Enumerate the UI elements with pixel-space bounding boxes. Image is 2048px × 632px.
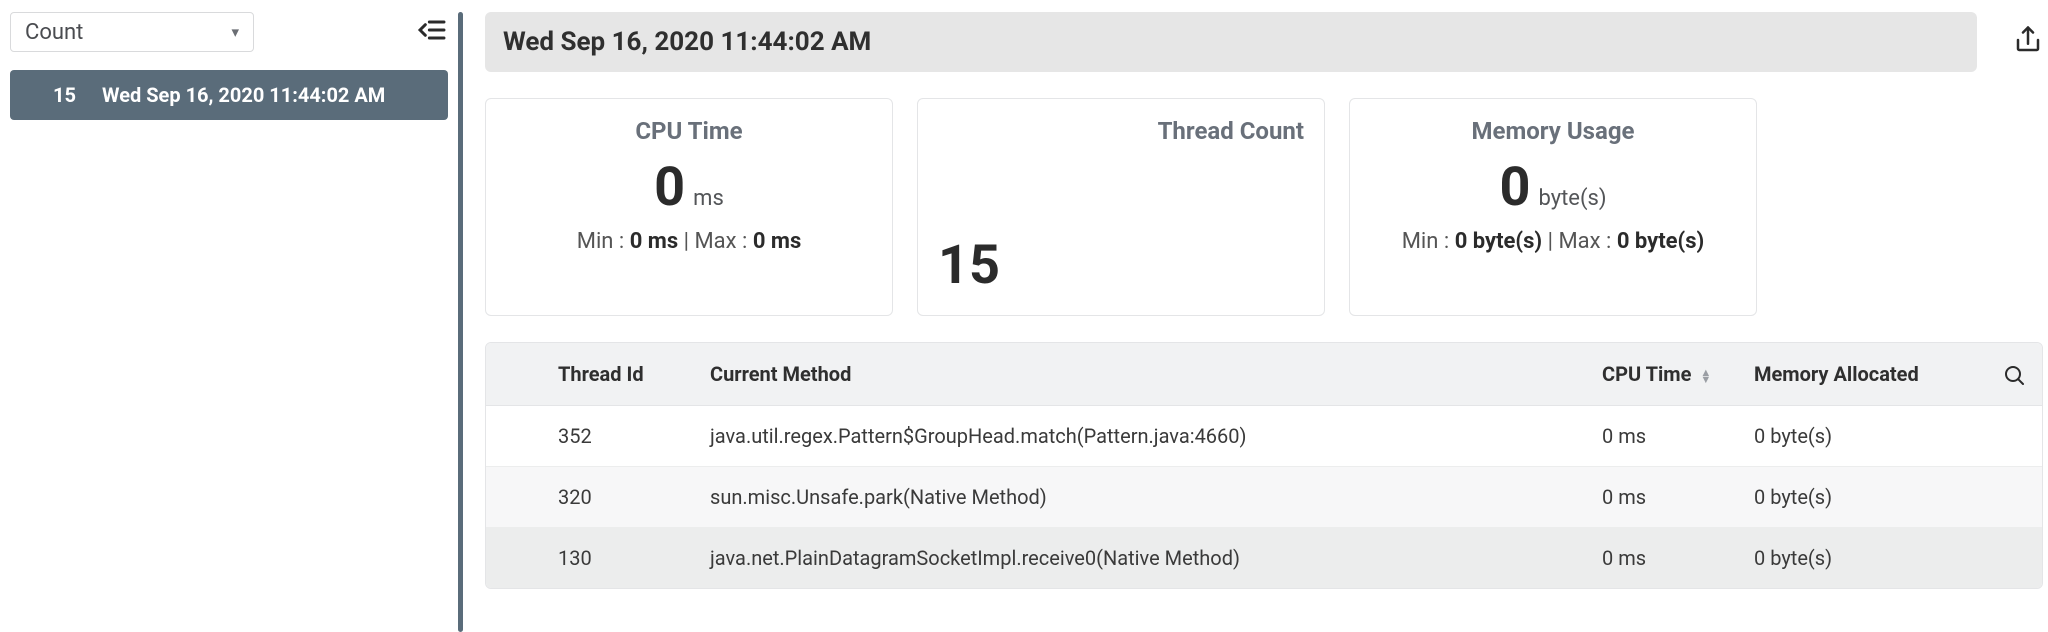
cell-thread-id: 130	[542, 527, 694, 588]
cell-method: java.net.PlainDatagramSocketImpl.receive…	[694, 527, 1586, 588]
cpu-time-card: CPU Time 0 ms Min : 0 ms | Max : 0 ms	[485, 98, 893, 316]
memory-unit: byte(s)	[1538, 186, 1606, 211]
threads-table: Thread Id Current Method CPU Time ▲▼ Mem…	[485, 342, 2043, 589]
table-row[interactable]: 130java.net.PlainDatagramSocketImpl.rece…	[486, 527, 2042, 588]
col-thread-id[interactable]: Thread Id	[542, 343, 694, 405]
memory-value: 0	[1499, 161, 1530, 215]
cpu-unit: ms	[693, 186, 724, 211]
col-memory-allocated[interactable]: Memory Allocated	[1738, 343, 1986, 405]
cpu-value: 0	[654, 161, 685, 215]
thread-count-card: Thread Count 15	[917, 98, 1325, 316]
page-title: Wed Sep 16, 2020 11:44:02 AM	[503, 27, 871, 57]
title-bar: Wed Sep 16, 2020 11:44:02 AM	[485, 12, 1977, 72]
cpu-minmax: Min : 0 ms | Max : 0 ms	[577, 229, 802, 254]
count-select-label: Count	[25, 20, 83, 45]
table-row[interactable]: 320sun.misc.Unsafe.park(Native Method)0 …	[486, 466, 2042, 527]
cell-cpu: 0 ms	[1586, 405, 1738, 466]
col-expand	[486, 343, 542, 405]
memory-card-title: Memory Usage	[1471, 117, 1634, 145]
chevron-down-icon: ▾	[231, 23, 239, 41]
sidebar-item-count: 15	[36, 83, 76, 107]
count-select[interactable]: Count ▾	[10, 12, 254, 52]
cell-thread-id: 320	[542, 466, 694, 527]
cell-mem: 0 byte(s)	[1738, 466, 1986, 527]
thread-count-value: 15	[938, 234, 1000, 297]
table-search[interactable]	[1986, 343, 2042, 405]
sidebar-snapshot-item[interactable]: 15 Wed Sep 16, 2020 11:44:02 AM	[10, 70, 448, 120]
sort-icon: ▲▼	[1700, 369, 1711, 383]
cell-mem: 0 byte(s)	[1738, 527, 1986, 588]
thread-card-title: Thread Count	[1158, 117, 1304, 145]
sidebar-item-timestamp: Wed Sep 16, 2020 11:44:02 AM	[102, 83, 385, 107]
cell-cpu: 0 ms	[1586, 466, 1738, 527]
collapse-panel-icon[interactable]	[416, 14, 448, 51]
cell-mem: 0 byte(s)	[1738, 405, 1986, 466]
cell-thread-id: 352	[542, 405, 694, 466]
cell-method: sun.misc.Unsafe.park(Native Method)	[694, 466, 1586, 527]
cell-cpu: 0 ms	[1586, 527, 1738, 588]
col-cpu-time[interactable]: CPU Time ▲▼	[1586, 343, 1738, 405]
memory-usage-card: Memory Usage 0 byte(s) Min : 0 byte(s) |…	[1349, 98, 1757, 316]
col-current-method[interactable]: Current Method	[694, 343, 1586, 405]
table-row[interactable]: 352java.util.regex.Pattern$GroupHead.mat…	[486, 405, 2042, 466]
memory-minmax: Min : 0 byte(s) | Max : 0 byte(s)	[1402, 229, 1705, 254]
share-icon[interactable]	[2013, 25, 2043, 60]
cpu-card-title: CPU Time	[635, 117, 742, 145]
cell-method: java.util.regex.Pattern$GroupHead.match(…	[694, 405, 1586, 466]
